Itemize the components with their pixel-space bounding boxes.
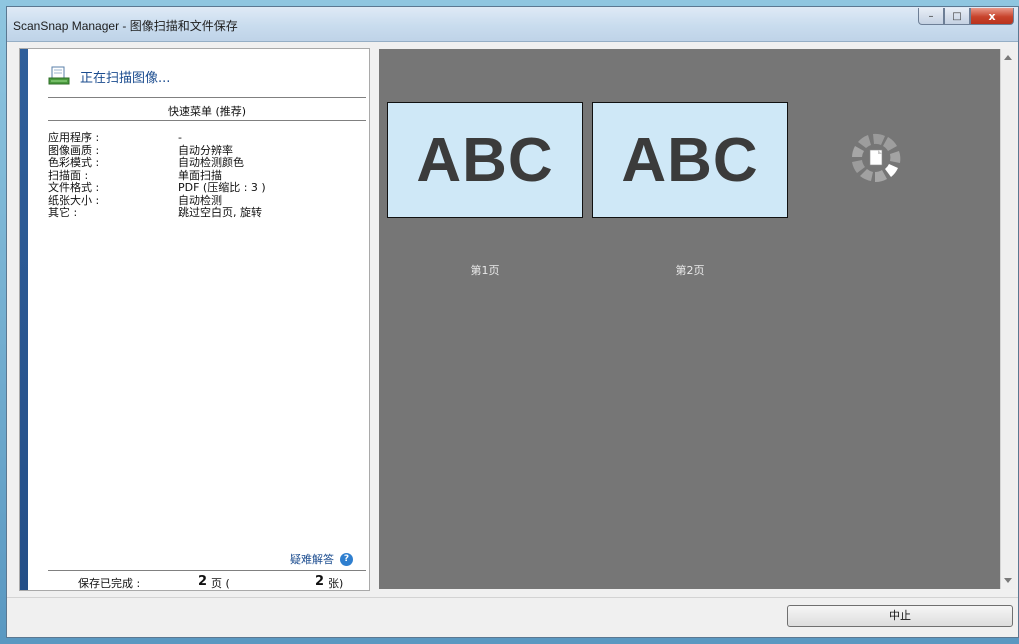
troubleshooting-label: 疑难解答 — [290, 553, 334, 566]
scroll-down-icon[interactable] — [1004, 578, 1012, 583]
window-controls: – □ x — [918, 8, 1014, 26]
setting-label: 文件格式 : — [48, 181, 100, 194]
setting-row: 色彩模式 : 自动检测颜色 — [48, 156, 366, 170]
scroll-up-icon[interactable] — [1004, 55, 1012, 60]
scanning-document-icon — [48, 66, 70, 86]
bottom-bar: 中止 — [7, 597, 1018, 640]
maximize-icon: □ — [952, 10, 962, 22]
preview-pane[interactable]: ABC 第1页 ABC 第2页 — [379, 49, 1000, 589]
setting-label: 色彩模式 : — [48, 156, 100, 169]
setting-row: 文件格式 : PDF (压缩比 : 3 ) — [48, 181, 366, 195]
pages-unit: 页 ( — [211, 577, 230, 590]
help-icon: ? — [340, 552, 353, 566]
setting-label: 应用程序 : — [48, 131, 100, 144]
scan-info-panel: 正在扫描图像... 快速菜单 (推荐) 应用程序 :- 图像画质 : 自动分辨率 … — [19, 48, 370, 591]
save-progress-label: 保存已完成 : — [78, 577, 141, 590]
maximize-button[interactable]: □ — [944, 8, 970, 25]
setting-value: 自动检测颜色 — [178, 156, 244, 169]
quick-menu-title: 快速菜单 (推荐) — [167, 105, 247, 118]
close-icon: x — [988, 9, 996, 23]
scansnap-window: ScanSnap Manager - 图像扫描和文件保存 – □ x 正在扫描图… — [6, 6, 1019, 638]
troubleshooting-link[interactable]: 疑难解答 ? — [290, 551, 353, 567]
stop-button[interactable]: 中止 — [787, 605, 1013, 627]
setting-value: PDF (压缩比 : 3 ) — [178, 181, 266, 194]
accent-bar — [20, 49, 28, 590]
title-bar[interactable]: ScanSnap Manager - 图像扫描和文件保存 – □ x — [7, 7, 1018, 42]
scan-status-text: 正在扫描图像... — [80, 70, 171, 86]
sheets-count: 2 — [315, 574, 325, 589]
scan-status: 正在扫描图像... — [48, 65, 170, 87]
divider — [48, 570, 366, 571]
divider — [48, 97, 366, 98]
thumbnail-text: ABC — [416, 125, 554, 195]
minimize-button[interactable]: – — [918, 8, 944, 25]
pages-count: 2 — [198, 574, 208, 589]
thumbnail-text: ABC — [621, 125, 759, 195]
close-button[interactable]: x — [970, 8, 1014, 25]
divider — [48, 120, 366, 121]
setting-value: - — [178, 131, 182, 144]
page-thumbnail[interactable]: ABC — [387, 102, 583, 218]
loading-spinner-icon — [852, 133, 901, 183]
setting-label: 其它 : — [48, 206, 78, 219]
page-label: 第1页 — [470, 264, 500, 277]
settings-list: 应用程序 :- 图像画质 : 自动分辨率 色彩模式 : 自动检测颜色 扫描面 : 单面… — [48, 131, 366, 220]
setting-row: 其它 : 跳过空白页, 旋转 — [48, 206, 366, 220]
page-label: 第2页 — [675, 264, 705, 277]
save-progress: 保存已完成 : 2 页 ( 2 张) — [48, 574, 366, 591]
page-thumbnail[interactable]: ABC — [592, 102, 788, 218]
setting-row: 应用程序 : - — [48, 131, 366, 145]
vertical-scrollbar[interactable] — [1000, 49, 1016, 589]
setting-value: 跳过空白页, 旋转 — [178, 206, 262, 219]
sheets-unit: 张) — [328, 577, 344, 590]
minimize-icon: – — [928, 10, 934, 22]
window-title: ScanSnap Manager - 图像扫描和文件保存 — [13, 19, 238, 33]
